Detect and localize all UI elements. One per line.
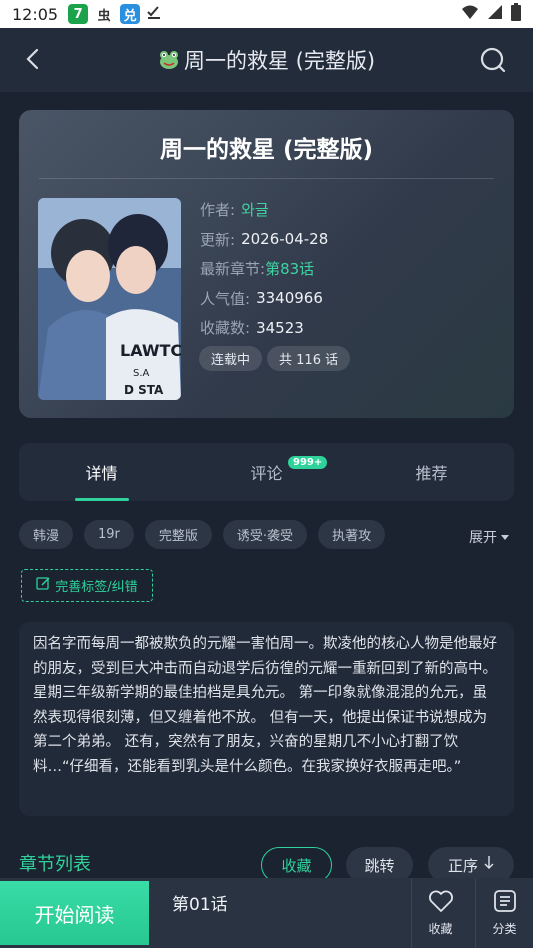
status-bar: 12:05 7 虫 兑	[0, 0, 533, 28]
edit-icon	[36, 576, 51, 595]
tab-comments[interactable]: 评论 999+	[184, 443, 349, 501]
updated-row: 更新: 2026-04-28	[200, 225, 328, 255]
caret-down-icon	[501, 529, 509, 545]
signal-icon	[487, 4, 503, 24]
author-label: 作者:	[200, 201, 236, 220]
sort-order-label: 正序	[447, 856, 478, 875]
search-icon[interactable]	[479, 46, 507, 74]
tab-details-label: 详情	[85, 464, 118, 483]
category-list-icon	[493, 889, 517, 916]
tab-recommend-label: 推荐	[415, 464, 448, 483]
arrow-down-icon	[484, 856, 494, 874]
tab-comments-label: 评论	[250, 464, 283, 483]
updated-label: 更新:	[200, 230, 236, 249]
favorite-button-label: 收藏	[281, 856, 312, 875]
chapter-list-heading: 章节列表	[19, 854, 91, 875]
wifi-icon	[461, 4, 479, 24]
app-notification-icon: 7	[68, 4, 89, 24]
start-reading-label: 开始阅读	[34, 902, 115, 927]
page-title: 周一的救星 (完整版)	[158, 45, 375, 75]
active-tab-indicator	[74, 498, 129, 501]
download-done-icon	[146, 4, 162, 24]
page-title-text: 周一的救星 (完整版)	[183, 49, 376, 73]
svg-text:S.A: S.A	[133, 368, 150, 379]
bottom-favorite-button[interactable]: 收藏	[411, 878, 469, 948]
favorites-value: 34523	[256, 318, 304, 337]
comic-description: 因名字而每周一都被欺负的元耀一害怕周一。欺凌他的核心人物是他最好的朋友，受到巨大…	[19, 622, 514, 816]
latest-chapter-row: 最新章节: 第83话	[200, 254, 328, 284]
back-icon[interactable]	[18, 44, 48, 74]
latest-chapter-link[interactable]: 第83话	[265, 258, 314, 279]
chapter-count-badge: 共 116 话	[267, 346, 351, 371]
tag-chip[interactable]: 执著攻	[318, 520, 386, 549]
tag-chip[interactable]: 完整版	[144, 520, 212, 549]
top-app-bar: 周一的救星 (完整版)	[0, 28, 533, 92]
tab-details[interactable]: 详情	[19, 443, 184, 501]
tab-recommend[interactable]: 推荐	[349, 443, 514, 501]
comic-cover-image[interactable]: LAWTC S.A D STA	[38, 198, 181, 400]
updated-value: 2026-04-28	[241, 230, 329, 249]
latest-chapter-label: 最新章节:	[200, 260, 266, 279]
bug-app-icon: 虫	[97, 8, 111, 24]
detail-tabs: 详情 评论 999+ 推荐	[19, 443, 514, 501]
start-reading-button[interactable]: 开始阅读	[0, 881, 149, 945]
favorites-row: 收藏数: 34523	[200, 313, 328, 343]
comic-info-card: 周一的救星 (完整版) LAWTC S.A D STA 作者: 와글 更新: 2…	[19, 110, 514, 418]
bottom-category-label: 分类	[492, 922, 517, 936]
comic-title: 周一的救星 (完整版)	[159, 137, 374, 163]
serial-status-badge: 连载中	[199, 346, 263, 371]
svg-text:LAWTC: LAWTC	[120, 341, 181, 360]
bottom-favorite-label: 收藏	[428, 922, 453, 936]
tag-chip[interactable]: 19r	[84, 520, 134, 549]
heart-icon	[428, 889, 454, 916]
tag-chip[interactable]: 韩漫	[19, 520, 74, 549]
tag-chip[interactable]: 诱受·袭受	[222, 520, 308, 549]
svg-text:D STA: D STA	[124, 383, 164, 397]
status-time: 12:05	[12, 4, 59, 24]
shop-app-icon: 兑	[120, 4, 141, 24]
expand-tags-button[interactable]: 展开	[469, 527, 509, 547]
tag-list: 韩漫 19r 完整版 诱受·袭受 执著攻	[19, 520, 386, 549]
popularity-label: 人气值:	[200, 289, 251, 308]
favorites-label: 收藏数:	[200, 319, 251, 338]
edit-tags-label: 完善标签/纠错	[55, 580, 138, 595]
popularity-row: 人气值: 3340966	[200, 284, 328, 314]
popularity-value: 3340966	[256, 289, 323, 308]
frog-icon	[158, 50, 180, 70]
author-row: 作者: 와글	[200, 195, 328, 225]
edit-tags-button[interactable]: 完善标签/纠错	[21, 569, 153, 602]
bottom-category-button[interactable]: 分类	[475, 878, 533, 948]
current-chapter-label[interactable]: 第01话	[172, 890, 228, 915]
card-divider	[39, 178, 494, 179]
jump-button-label: 跳转	[364, 856, 395, 875]
comment-count-badge: 999+	[288, 456, 328, 469]
comic-meta: 作者: 와글 更新: 2026-04-28 最新章节: 第83话 人气值: 33…	[200, 195, 328, 343]
battery-icon	[511, 3, 521, 25]
author-link[interactable]: 와글	[241, 199, 269, 220]
status-badges: 连载中 共 116 话	[199, 346, 351, 371]
expand-label: 展开	[469, 530, 497, 546]
